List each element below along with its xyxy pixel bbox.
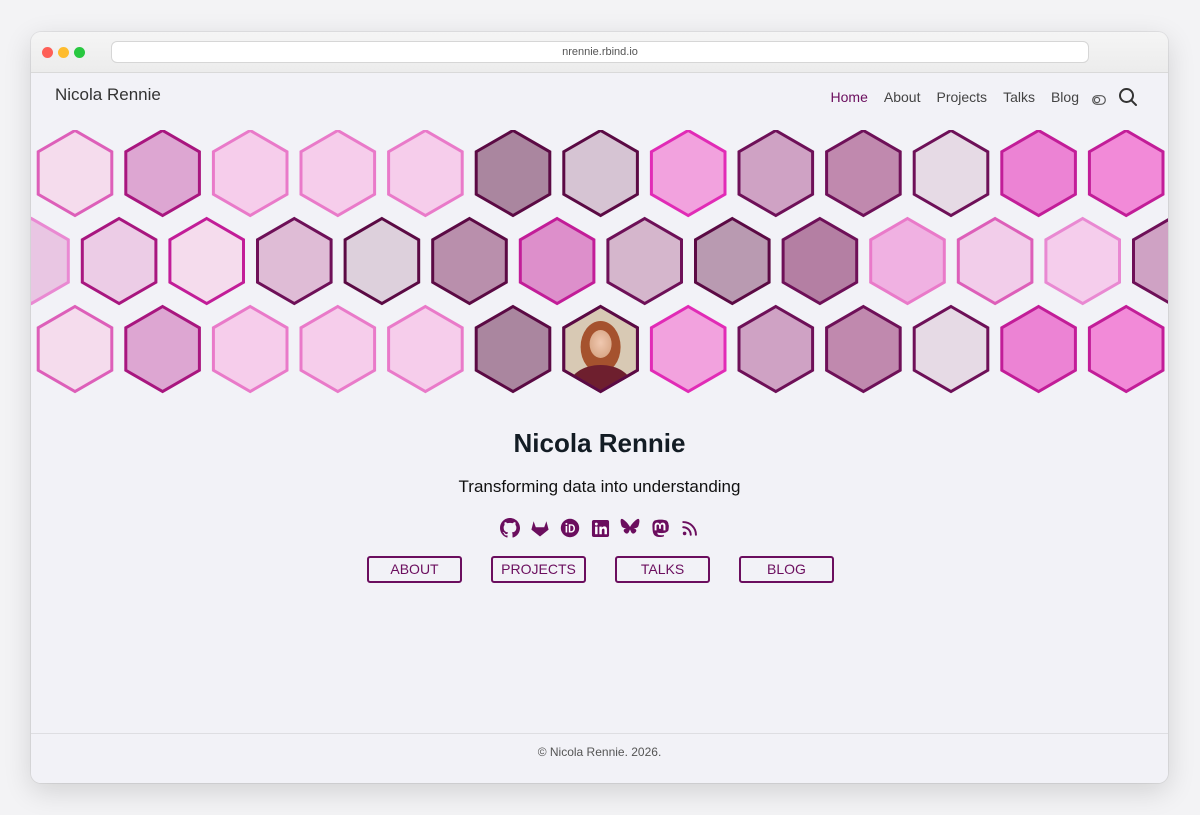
projects-button[interactable]: PROJECTS xyxy=(491,556,586,583)
close-window-button[interactable] xyxy=(42,47,53,58)
gitlab-icon[interactable] xyxy=(529,517,551,539)
maximize-window-button[interactable] xyxy=(74,47,85,58)
banner-hexagon xyxy=(124,130,201,218)
address-bar[interactable]: nrennie.rbind.io xyxy=(111,41,1089,63)
orcid-icon[interactable] xyxy=(559,517,581,539)
banner-hexagon xyxy=(211,304,289,394)
talks-button[interactable]: TALKS xyxy=(615,556,710,583)
nav-projects[interactable]: Projects xyxy=(936,89,987,105)
hero-tagline: Transforming data into understanding xyxy=(458,477,741,496)
web-page: Nicola Rennie Home About Projects Talks … xyxy=(31,73,1168,783)
site-brand[interactable]: Nicola Rennie xyxy=(55,85,161,105)
banner-hexagon xyxy=(474,304,552,394)
banner-hexagon xyxy=(694,216,771,306)
banner-hexagon xyxy=(912,304,990,394)
page-footer: © Nicola Rennie. 2026. xyxy=(31,733,1168,783)
banner-hexagon xyxy=(737,130,815,218)
browser-window: nrennie.rbind.io Nicola Rennie Home Abou… xyxy=(31,32,1168,783)
browser-titlebar: nrennie.rbind.io xyxy=(31,32,1168,73)
hero-name: Nicola Rennie xyxy=(513,428,686,458)
banner-hexagon xyxy=(256,216,333,306)
about-button[interactable]: ABOUT xyxy=(367,556,462,583)
github-icon[interactable] xyxy=(499,517,521,539)
nav-home[interactable]: Home xyxy=(831,89,868,105)
profile-photo-image xyxy=(565,308,637,390)
banner-hexagon xyxy=(912,130,990,218)
banner-hexagon xyxy=(869,216,946,306)
linkedin-icon[interactable] xyxy=(589,517,611,539)
banner-hexagon xyxy=(474,130,552,218)
banner-hexagon xyxy=(1087,304,1165,394)
banner-hexagon xyxy=(606,216,683,306)
banner-hexagon xyxy=(36,304,114,394)
hero-buttons: ABOUT PROJECTS TALKS BLOG xyxy=(367,556,834,583)
social-links xyxy=(499,517,709,539)
banner-hexagon xyxy=(80,216,158,306)
banner-hexagon xyxy=(825,304,902,394)
banner-hexagon xyxy=(1000,130,1077,218)
minimize-window-button[interactable] xyxy=(58,47,69,58)
nav-talks[interactable]: Talks xyxy=(1003,89,1035,105)
copyright-text: © Nicola Rennie. 2026. xyxy=(537,745,662,759)
blog-button[interactable]: BLOG xyxy=(739,556,834,583)
banner-hexagon xyxy=(1000,304,1077,394)
banner-hexagon xyxy=(124,304,201,394)
banner-hexagon xyxy=(431,216,508,306)
banner-hexagon xyxy=(387,130,464,218)
theme-toggle-icon[interactable] xyxy=(1092,92,1106,105)
nav-blog[interactable]: Blog xyxy=(1051,89,1079,105)
banner-hexagon xyxy=(1132,218,1168,304)
search-icon[interactable] xyxy=(1118,87,1138,107)
hexagon-banner xyxy=(31,130,1168,394)
banner-hexagon xyxy=(956,216,1034,306)
nav-about[interactable]: About xyxy=(884,89,921,105)
banner-hexagon xyxy=(737,304,815,394)
banner-hexagon xyxy=(825,130,902,218)
banner-hexagon xyxy=(387,304,464,394)
banner-hexagon xyxy=(31,216,70,306)
banner-hexagon xyxy=(168,216,245,306)
banner-hexagon xyxy=(518,216,596,306)
banner-hexagon xyxy=(299,130,377,218)
banner-hexagon xyxy=(562,130,639,218)
banner-hexagon xyxy=(1044,216,1121,306)
main-nav: Home About Projects Talks Blog xyxy=(815,87,1138,107)
rss-icon[interactable] xyxy=(679,517,701,539)
banner-hexagon xyxy=(781,216,859,306)
banner-hexagon xyxy=(36,130,114,218)
banner-hexagon xyxy=(299,304,377,394)
mastodon-icon[interactable] xyxy=(649,517,671,539)
banner-hexagon xyxy=(211,130,289,218)
banner-hexagon xyxy=(1087,130,1165,218)
banner-hexagon xyxy=(649,304,727,394)
banner-hexagon xyxy=(649,130,727,218)
banner-hexagon xyxy=(343,216,421,306)
bluesky-icon[interactable] xyxy=(619,517,641,539)
